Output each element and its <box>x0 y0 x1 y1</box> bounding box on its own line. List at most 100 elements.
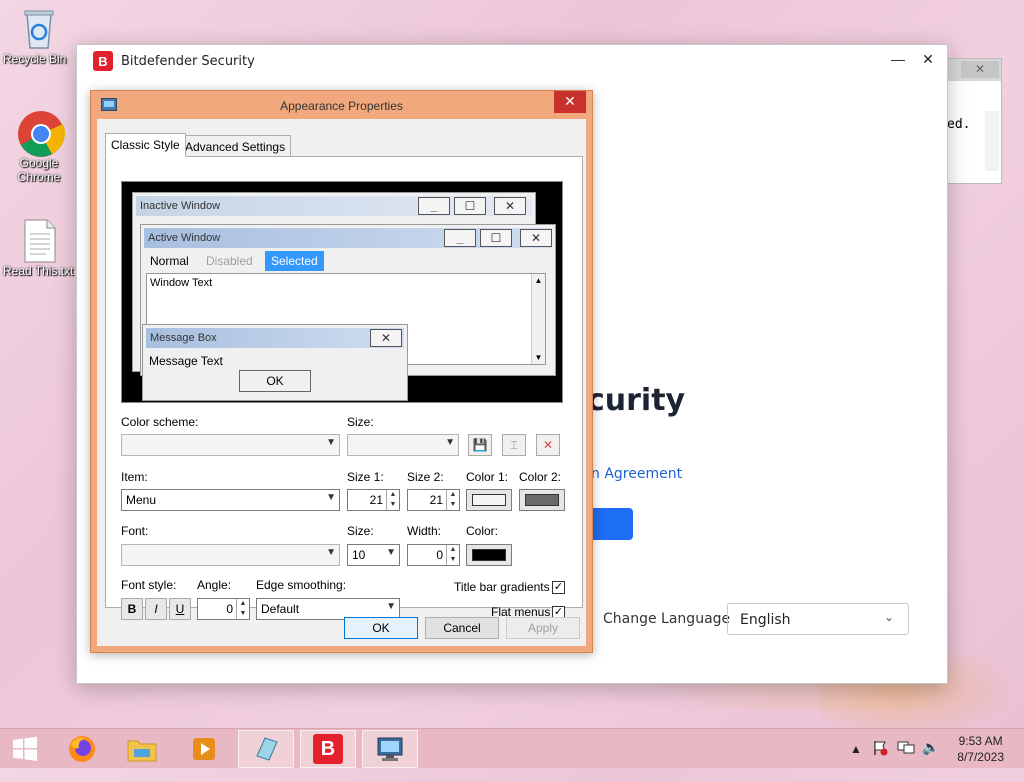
notepad-window[interactable]: ✕ ed. <box>946 58 1002 184</box>
rename-scheme-icon[interactable]: ⌶ <box>502 434 526 456</box>
preview-inactive-title: Inactive Window _ ☐ ✕ <box>136 196 532 216</box>
classic-style-panel: Inactive Window _ ☐ ✕ Active Window _ ☐ … <box>105 156 583 620</box>
preview-window-text: Window Text <box>150 277 213 289</box>
chevron-down-icon: ⌄ <box>883 610 894 624</box>
font-size-label: Size: <box>347 524 374 538</box>
recycle-bin-icon <box>17 6 61 50</box>
underline-button[interactable]: U <box>169 598 191 620</box>
preview-maximize-icon: ☐ <box>480 229 512 247</box>
minimize-button[interactable]: — <box>885 51 911 73</box>
preview-message-box-title: Message Box ✕ <box>146 328 404 348</box>
scroll-up-icon: ▲ <box>534 276 543 285</box>
start-button[interactable] <box>0 730 50 768</box>
bitdefender-logo-icon: B <box>93 51 113 71</box>
dialog-title: Appearance Properties <box>280 99 403 113</box>
preview-maximize-icon: ☐ <box>454 197 486 215</box>
item-label: Item: <box>121 470 148 484</box>
apply-button[interactable]: Apply <box>506 617 580 639</box>
ok-button[interactable]: OK <box>344 617 418 639</box>
width-stepper[interactable]: 0 ▲ ▼ <box>407 544 460 566</box>
spin-arrows-icon[interactable]: ▲ ▼ <box>236 599 249 619</box>
save-scheme-icon[interactable]: 💾 <box>468 434 492 456</box>
cancel-button[interactable]: Cancel <box>425 617 499 639</box>
spin-arrows-icon[interactable]: ▲ ▼ <box>386 490 399 510</box>
close-button[interactable]: ✕ <box>915 51 941 73</box>
preview-scrollbar: ▲ ▼ <box>531 274 545 364</box>
chevron-down-icon: ▼ <box>386 601 396 612</box>
width-label: Width: <box>407 524 442 538</box>
chevron-down-icon: ▼ <box>326 492 336 503</box>
font-size-select[interactable]: 10 ▼ <box>347 544 400 566</box>
italic-button[interactable]: I <box>145 598 167 620</box>
bitdefender-taskbar-icon: B <box>313 734 343 764</box>
title-bar-gradients-checkbox[interactable]: ✓ <box>552 581 565 594</box>
action-center-flag-icon[interactable] <box>872 740 888 780</box>
preview-message-text: Message Text <box>149 354 223 368</box>
taskbar-media-player[interactable] <box>176 730 232 768</box>
desktop-icon-google-chrome[interactable]: Google Chrome <box>3 110 75 184</box>
primary-button[interactable] <box>587 508 633 540</box>
bitdefender-titlebar[interactable]: B Bitdefender Security <box>77 45 947 77</box>
spin-arrows-icon[interactable]: ▲ ▼ <box>446 545 459 565</box>
color-scheme-select[interactable]: ▼ <box>121 434 340 456</box>
network-icon[interactable] <box>897 740 915 780</box>
tab-advanced-settings[interactable]: Advanced Settings <box>179 135 292 157</box>
firefox-icon <box>69 736 95 762</box>
tab-classic-style[interactable]: Classic Style <box>105 133 186 157</box>
media-player-icon <box>193 738 215 760</box>
font-color-button[interactable] <box>466 544 512 566</box>
agreement-link[interactable]: n Agreement <box>591 466 682 482</box>
taskbar-firefox[interactable] <box>54 730 110 768</box>
desktop-icon-label: Read This.txt <box>3 264 74 278</box>
delete-scheme-icon[interactable]: ✕ <box>536 434 560 456</box>
taskbar-clock[interactable]: 9:53 AM 8/7/2023 <box>957 733 1004 765</box>
size2-label: Size 2: <box>407 470 444 484</box>
size1-stepper[interactable]: 21 ▲ ▼ <box>347 489 400 511</box>
notepad-scrollbar[interactable] <box>985 111 999 171</box>
width-value: 0 <box>436 548 443 562</box>
scheme-size-select[interactable]: ▼ <box>347 434 459 456</box>
clock-time: 9:53 AM <box>958 734 1003 748</box>
font-style-label: Font style: <box>121 578 177 592</box>
taskbar-app-window[interactable] <box>238 730 294 768</box>
chevron-down-icon: ▼ <box>326 437 336 448</box>
color1-button[interactable] <box>466 489 512 511</box>
dialog-close-button[interactable]: ✕ <box>554 91 586 113</box>
preview-close-icon: ✕ <box>370 329 402 347</box>
desktop-icon-recycle-bin[interactable]: Recycle Bin <box>3 6 75 66</box>
bold-button[interactable]: B <box>121 598 143 620</box>
preview-minimize-icon: _ <box>444 229 476 247</box>
scroll-down-icon: ▼ <box>534 353 543 362</box>
chevron-down-icon: ▼ <box>445 437 455 448</box>
color2-button[interactable] <box>519 489 565 511</box>
desktop-icon-read-this[interactable]: Read This.txt <box>3 218 75 278</box>
scheme-size-label: Size: <box>347 415 374 429</box>
spin-arrows-icon[interactable]: ▲ ▼ <box>446 490 459 510</box>
taskbar-file-explorer[interactable] <box>114 730 170 768</box>
inactive-title-text: Inactive Window <box>140 200 221 212</box>
color1-label: Color 1: <box>466 470 509 484</box>
chevron-down-icon: ▼ <box>326 547 336 558</box>
angle-stepper[interactable]: 0 ▲ ▼ <box>197 598 250 620</box>
clock-date: 8/7/2023 <box>957 750 1004 764</box>
item-value: Menu <box>126 493 157 507</box>
notepad-titlebar[interactable]: ✕ <box>947 59 1001 81</box>
font-select[interactable]: ▼ <box>121 544 340 566</box>
size1-label: Size 1: <box>347 470 384 484</box>
appearance-titlebar[interactable]: Appearance Properties ✕ <box>91 91 592 119</box>
notepad-close-button[interactable]: ✕ <box>961 61 999 78</box>
page-heading: curity <box>587 383 686 418</box>
item-select[interactable]: Menu ▼ <box>121 489 340 511</box>
volume-icon[interactable]: 🔈 <box>922 739 939 779</box>
windows-logo-icon <box>13 736 37 761</box>
language-select[interactable]: English ⌄ <box>727 603 909 635</box>
preview-minimize-icon: _ <box>418 197 450 215</box>
language-value: English <box>740 612 791 628</box>
taskbar-bitdefender[interactable]: B <box>300 730 356 768</box>
size2-stepper[interactable]: 21 ▲ ▼ <box>407 489 460 511</box>
edge-smoothing-value: Default <box>261 602 300 616</box>
taskbar-appearance-properties[interactable] <box>362 730 418 768</box>
dialog-client: Classic Style Advanced Settings Inactive… <box>97 119 586 646</box>
preview-menu-selected: Selected <box>265 251 324 271</box>
tray-overflow-chevron-icon[interactable]: ▲ <box>850 742 862 782</box>
